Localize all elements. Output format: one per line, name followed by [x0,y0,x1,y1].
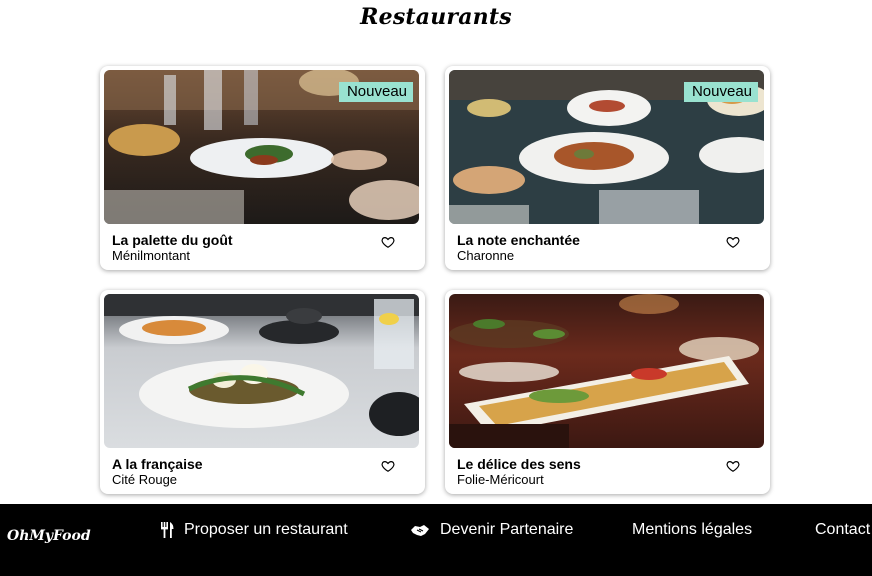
footer-link-contact[interactable]: Contact [815,520,870,540]
footer-link-label: Contact [815,521,871,538]
restaurant-image [104,294,419,448]
utensils-icon [160,522,174,538]
restaurant-area: Cité Rouge [112,472,178,487]
restaurant-name: A la française [112,456,203,472]
restaurant-card[interactable]: Nouveau La note enchantée Charonne [445,66,770,270]
footer-link-label: Proposer un restaurant [184,521,348,538]
restaurant-card[interactable]: Le délice des sens Folie-Méricourt [445,290,770,494]
restaurant-image: Nouveau [449,70,764,224]
handshake-icon [410,523,430,537]
restaurant-card[interactable]: Nouveau La palette du goût Ménilmontant [100,66,425,270]
footer-logo[interactable]: OhMyFood [7,528,91,544]
restaurant-area: Folie-Méricourt [457,472,544,487]
footer-link-label: Devenir Partenaire [440,521,574,538]
page-title: Restaurants [360,4,512,30]
footer: OhMyFood Proposer un restaurant Devenir … [0,504,872,576]
restaurant-area: Charonne [457,248,515,263]
restaurant-grid: Nouveau La palette du goût Ménilmontant [100,66,770,494]
restaurant-image: Nouveau [104,70,419,224]
restaurant-info: A la française Cité Rouge [104,448,421,490]
heart-icon[interactable] [381,235,395,249]
footer-link-become-partner[interactable]: Devenir Partenaire [410,520,573,540]
restaurant-info: La note enchantée Charonne [449,224,766,266]
restaurant-photo-4 [449,294,764,448]
restaurant-name: La palette du goût [112,232,233,248]
new-badge: Nouveau [683,82,758,102]
restaurant-photo-3 [104,294,419,448]
restaurant-name: Le délice des sens [457,456,581,472]
new-badge: Nouveau [338,82,413,102]
footer-link-label: Mentions légales [632,521,753,538]
restaurant-area: Ménilmontant [112,248,191,263]
heart-icon[interactable] [381,459,395,473]
heart-icon[interactable] [726,459,740,473]
restaurant-image [449,294,764,448]
footer-link-legal-notice[interactable]: Mentions légales [632,520,752,540]
restaurant-card[interactable]: A la française Cité Rouge [100,290,425,494]
footer-link-propose-restaurant[interactable]: Proposer un restaurant [160,520,348,540]
restaurant-name: La note enchantée [457,232,580,248]
restaurant-info: Le délice des sens Folie-Méricourt [449,448,766,490]
restaurant-info: La palette du goût Ménilmontant [104,224,421,266]
heart-icon[interactable] [726,235,740,249]
